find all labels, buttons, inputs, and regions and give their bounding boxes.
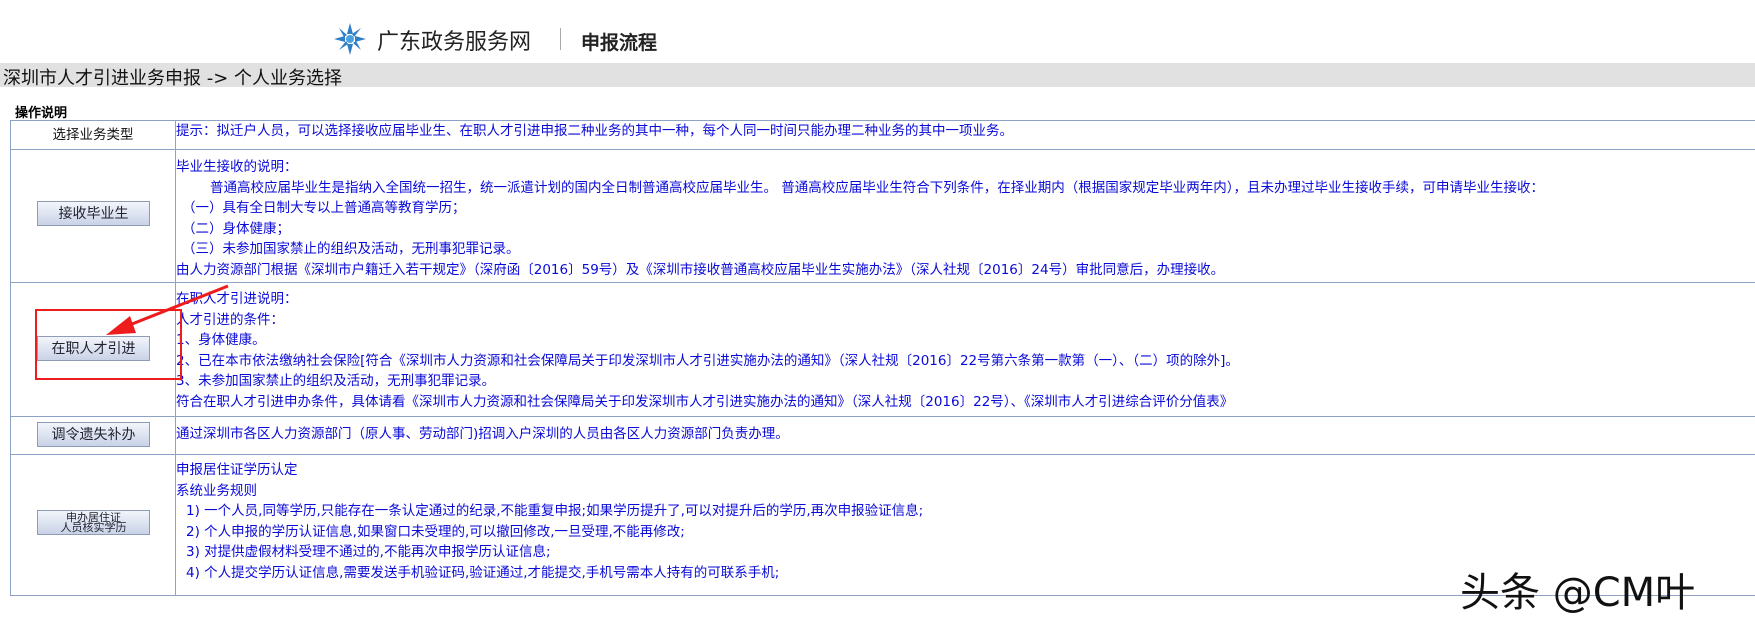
table-row-transfer: 调令遗失补办 通过深圳市各区人力资源部门（原人事、劳动部门)招调入户深圳的人员由… (10, 416, 1755, 455)
desc-line: 人才引进的条件： (176, 311, 284, 328)
header: 广东政务服务网 申报流程 (0, 0, 1755, 60)
desc-line: 申报居住证学历认定 (176, 462, 298, 478)
desc-line: 在职人才引进说明： (176, 291, 298, 307)
table-row-talent: 在职人才引进 在职人才引进说明： 人才引进的条件： 1、身体健康。 2、已在本市… (10, 282, 1755, 417)
desc-line: 1、身体健康。 (176, 332, 266, 349)
breadcrumb-bar: 深圳市人才引进业务申报 -> 个人业务选择 (0, 63, 1755, 89)
desc-line: 通过深圳市各区人力资源部门（原人事、劳动部门)招调入户深圳的人员由各区人力资源部… (176, 426, 789, 442)
desc-line: 2) 个人申报的学历认证信息,如果窗口未受理的,可以撤回修改,一旦受理,不能再修… (186, 523, 685, 540)
guangdong-gov-logo-icon (334, 23, 366, 55)
red-arrow-icon (106, 284, 229, 335)
desc-line: 2、已在本市依法缴纳社会保险[符合《深圳市人力资源和社会保障局关于印发深圳市人才… (176, 352, 1239, 369)
breadcrumb: 深圳市人才引进业务申报 -> 个人业务选择 (3, 68, 343, 89)
desc-line: 由人力资源部门根据《深圳市户籍迁入若干规定》（深府函〔2016〕59号）及《深圳… (176, 261, 1225, 278)
table-header-row: 选择业务类型 提示：拟迁户人员，可以选择接收应届毕业生、在职人才引进申报二种业务… (10, 120, 1755, 150)
transfer-button-cell: 调令遗失补办 (10, 416, 176, 455)
operations-title: 操作说明 (15, 106, 68, 121)
graduate-description: 毕业生接收的说明： 普通高校应届毕业生是指纳入全国统一招生，统一派遣计划的国内全… (175, 149, 1755, 283)
desc-line: （二）身体健康； (182, 220, 290, 237)
receive-graduate-button[interactable]: 接收毕业生 (37, 201, 150, 226)
header-business-type: 选择业务类型 (10, 120, 176, 150)
residence-permit-education-button[interactable]: 申办居住证 人员核实学历 (37, 510, 150, 535)
desc-line: （三）未参加国家禁止的组织及活动，无刑事犯罪记录。 (182, 241, 520, 258)
tip-text: 提示：拟迁户人员，可以选择接收应届毕业生、在职人才引进申报二种业务的其中一种，每… (176, 123, 1013, 139)
watermark: 头条 @CM叶 (1460, 570, 1696, 616)
button-line: 人员核实学历 (60, 521, 127, 534)
desc-line: 3、未参加国家禁止的组织及活动，无刑事犯罪记录。 (176, 373, 496, 390)
lost-transfer-order-button[interactable]: 调令遗失补办 (37, 422, 150, 447)
education-button-cell: 申办居住证 人员核实学历 (10, 454, 176, 596)
site-name[interactable]: 广东政务服务网 (377, 24, 531, 56)
desc-line: 毕业生接收的说明： (176, 159, 298, 175)
desc-line: 1) 一个人员,同等学历,只能存在一条认定通过的纪录,不能重复申报;如果学历提升… (186, 503, 924, 520)
transfer-description: 通过深圳市各区人力资源部门（原人事、劳动部门)招调入户深圳的人员由各区人力资源部… (175, 416, 1755, 455)
desc-line: 符合在职人才引进申办条件，具体请看《深圳市人力资源和社会保障局关于印发深圳市人才… (176, 393, 1234, 410)
page-label: 申报流程 (581, 32, 658, 54)
table-row-graduate: 接收毕业生 毕业生接收的说明： 普通高校应届毕业生是指纳入全国统一招生，统一派遣… (10, 149, 1755, 283)
header-divider (560, 28, 561, 50)
desc-line: 系统业务规则 (176, 482, 257, 499)
desc-line: 普通高校应届毕业生是指纳入全国统一招生，统一派遣计划的国内全日制普通高校应届毕业… (210, 179, 1545, 196)
talent-description: 在职人才引进说明： 人才引进的条件： 1、身体健康。 2、已在本市依法缴纳社会保… (175, 282, 1755, 417)
header-tip: 提示：拟迁户人员，可以选择接收应届毕业生、在职人才引进申报二种业务的其中一种，每… (175, 120, 1755, 150)
desc-line: （一）具有全日制大专以上普通高等教育学历； (182, 200, 466, 217)
operations-table: 选择业务类型 提示：拟迁户人员，可以选择接收应届毕业生、在职人才引进申报二种业务… (10, 120, 1755, 596)
graduate-button-cell: 接收毕业生 (10, 149, 176, 283)
